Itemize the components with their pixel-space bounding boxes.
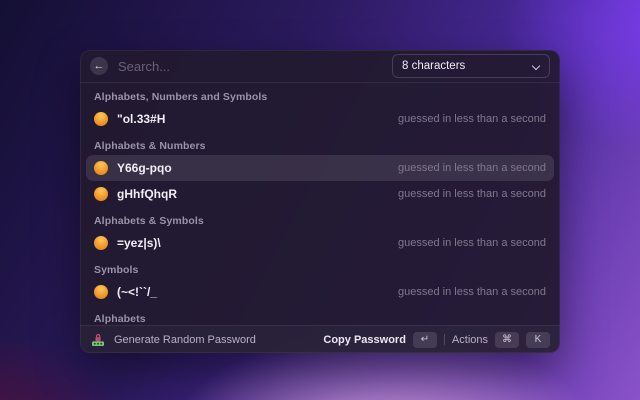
password-text: gHhfQhqR	[117, 187, 177, 201]
password-text: (~<!``/_	[117, 285, 158, 299]
footer-actions: Copy Password ↵ Actions ⌘ K	[323, 331, 550, 348]
password-row[interactable]: (~<!``/_ guessed in less than a second	[86, 279, 554, 305]
password-row[interactable]: "ol.33#H guessed in less than a second	[86, 106, 554, 132]
password-item-icon	[94, 112, 108, 126]
search-bar: ← 8 characters	[80, 50, 560, 83]
password-text: Y66g-pqo	[117, 161, 172, 175]
search-input[interactable]	[116, 57, 384, 75]
action-bar: Generate Random Password Copy Password ↵…	[80, 325, 560, 353]
character-count-dropdown[interactable]: 8 characters	[392, 54, 550, 78]
password-generator-extension-icon	[92, 333, 104, 346]
section-header: Alphabets	[94, 313, 146, 325]
dropdown-selected-value: 8 characters	[402, 60, 466, 72]
password-text: =yez|s)\	[117, 236, 161, 250]
password-row[interactable]: gHhfQhqR guessed in less than a second	[86, 181, 554, 207]
command-palette-window: ← 8 characters Alphabets, Numbers and Sy…	[80, 50, 560, 353]
k-key-icon[interactable]: K	[526, 331, 550, 348]
guess-time-label: guessed in less than a second	[398, 162, 546, 174]
password-row[interactable]: =yez|s)\ guessed in less than a second	[86, 230, 554, 256]
footer-divider	[443, 334, 445, 345]
password-item-icon	[94, 285, 108, 299]
guess-time-label: guessed in less than a second	[398, 237, 546, 249]
password-text: "ol.33#H	[117, 112, 166, 126]
password-item-icon	[94, 161, 108, 175]
section-header: Alphabets & Numbers	[94, 140, 206, 152]
back-button[interactable]: ←	[90, 57, 108, 75]
section-header: Symbols	[94, 264, 139, 276]
password-item-icon	[94, 236, 108, 250]
password-item-icon	[94, 187, 108, 201]
actions-menu-button[interactable]: Actions	[452, 334, 488, 346]
section-header: Alphabets & Symbols	[94, 215, 204, 227]
command-title: Generate Random Password	[114, 333, 256, 346]
password-row-selected[interactable]: Y66g-pqo guessed in less than a second	[86, 155, 554, 181]
back-arrow-icon: ←	[93, 59, 105, 72]
chevron-down-icon	[532, 62, 540, 70]
section-header: Alphabets, Numbers and Symbols	[94, 91, 268, 103]
password-results-list: Alphabets, Numbers and Symbols "ol.33#H …	[80, 83, 560, 325]
copy-password-button[interactable]: Copy Password	[323, 334, 406, 346]
guess-time-label: guessed in less than a second	[398, 113, 546, 125]
return-key-icon[interactable]: ↵	[412, 331, 437, 348]
command-key-icon[interactable]: ⌘	[495, 331, 519, 348]
guess-time-label: guessed in less than a second	[398, 286, 546, 298]
guess-time-label: guessed in less than a second	[398, 188, 546, 200]
